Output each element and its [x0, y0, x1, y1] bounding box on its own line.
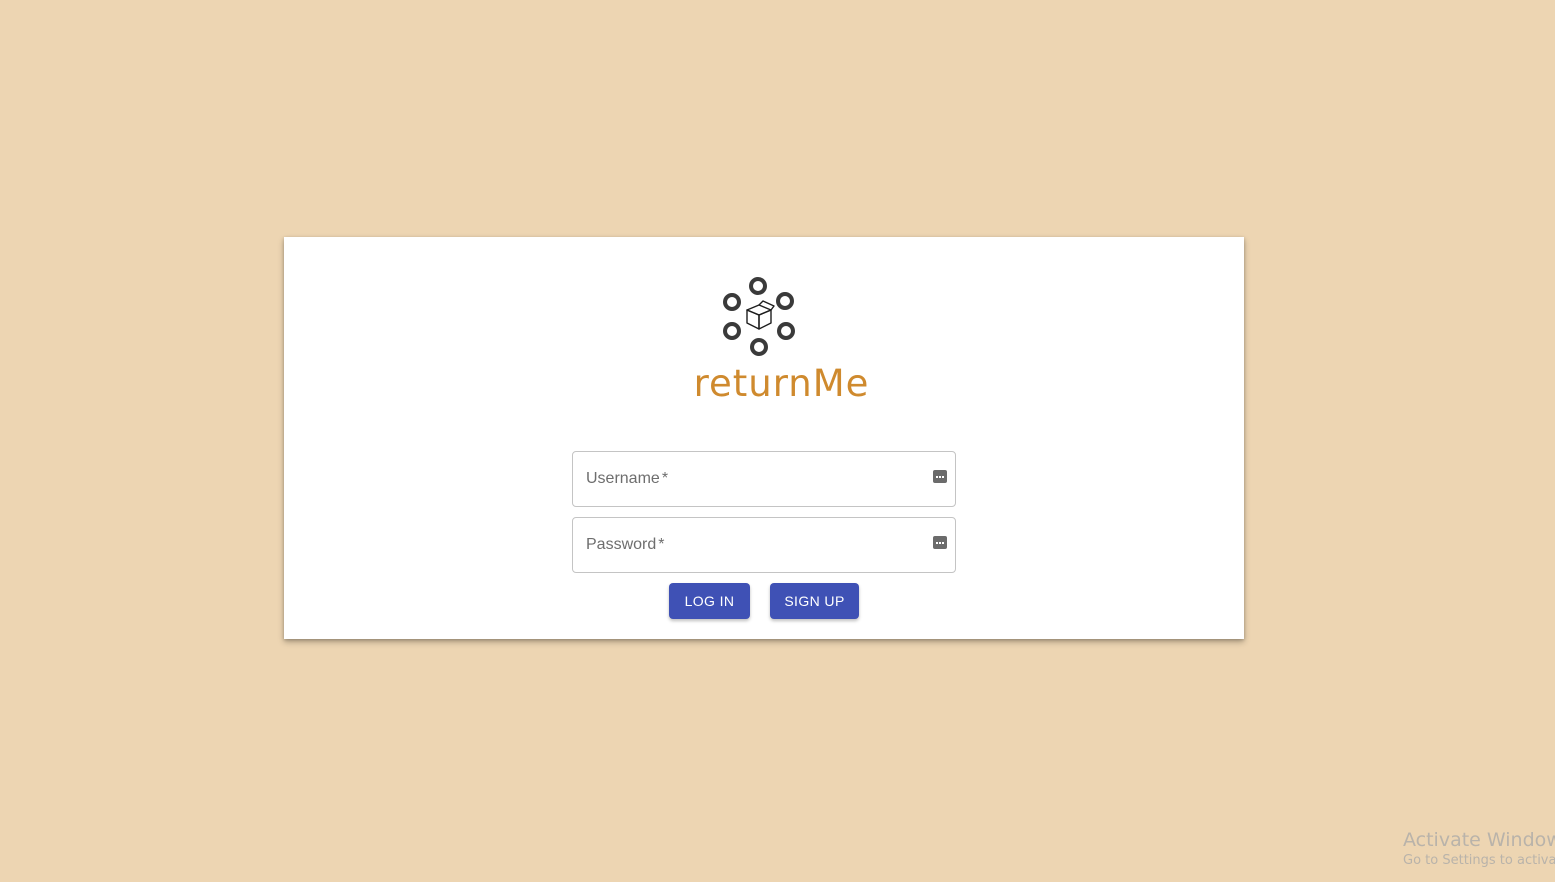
watermark-title: Activate Windows [1403, 829, 1555, 851]
username-field[interactable]: Username * [572, 451, 956, 507]
logo-rings-box-icon [723, 277, 795, 356]
username-label: Username * [586, 470, 669, 487]
login-button[interactable]: LOG IN [669, 583, 750, 619]
password-label: Password * [586, 536, 665, 553]
password-field[interactable]: Password * [572, 517, 956, 573]
password-manager-key-icon[interactable] [933, 536, 947, 549]
signup-button[interactable]: SIGN UP [770, 583, 859, 619]
activate-windows-watermark: Activate Windows Go to Settings to activ… [1403, 828, 1555, 870]
page: returnMe Username * Password * LOG IN SIGN… [0, 0, 1555, 882]
brand-name: returnMe [693, 362, 870, 405]
password-manager-key-icon[interactable] [933, 470, 947, 483]
watermark-subtitle: Go to Settings to activate Windows. [1403, 853, 1555, 868]
